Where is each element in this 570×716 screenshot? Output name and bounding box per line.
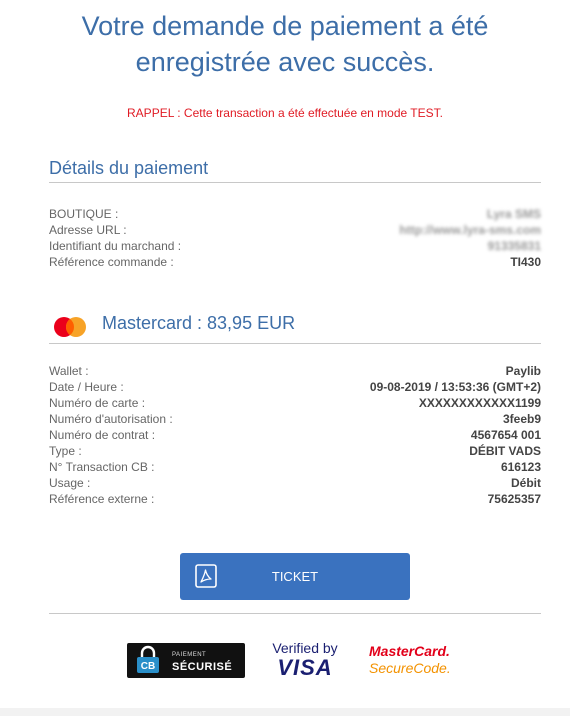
detail-label: Date / Heure : [49,380,124,394]
divider [49,182,541,183]
cb-badge-big-text: SÉCURISÉ [172,661,233,673]
detail-row-datetime: Date / Heure : 09-08-2019 / 13:53:36 (GM… [49,379,541,395]
detail-value: 09-08-2019 / 13:53:36 (GMT+2) [369,380,541,394]
detail-label: Numéro de contrat : [49,428,156,442]
ticket-button-label: TICKET [271,569,319,584]
detail-label: BOUTIQUE : [49,207,119,221]
detail-row-order-ref: Référence commande : TI430 [49,254,541,270]
detail-label: Wallet : [49,364,89,378]
detail-label: Usage : [49,476,91,490]
detail-row-merchant-id: Identifiant du marchand : 91335831 [49,238,541,254]
verified-by-visa-badge: Verified by VISA [262,640,348,682]
detail-label: Référence commande : [49,255,174,269]
detail-value: 91335831 [487,239,541,253]
detail-row-url: Adresse URL : http://www.lyra-sms.com [49,222,541,238]
cb-secure-payment-badge: CB PAIEMENT SÉCURISÉ [127,643,245,678]
detail-row-auth-number: Numéro d'autorisation : 3feeb9 [49,411,541,427]
transaction-details-list: Wallet : Paylib Date / Heure : 09-08-201… [49,363,541,507]
svg-text:CB: CB [141,661,155,672]
securecode-badge-line1: MasterCard. [369,643,450,659]
detail-row-usage: Usage : Débit [49,475,541,491]
detail-value: http://www.lyra-sms.com [399,223,541,237]
detail-value: Lyra SMS [486,207,541,221]
detail-row-cb-transaction: N° Transaction CB : 616123 [49,459,541,475]
page-title-line2: enregistrée avec succès. [135,47,435,77]
card-amount-title: Mastercard : 83,95 EUR [102,313,296,333]
test-mode-reminder: RAPPEL : Cette transaction a été effectu… [127,106,443,120]
payment-details-title: Détails du paiement [49,158,209,178]
detail-value: Paylib [505,364,541,378]
footer-band [0,708,570,716]
detail-label: N° Transaction CB : [49,460,155,474]
ticket-button[interactable]: TICKET [180,553,410,600]
detail-row-card-number: Numéro de carte : XXXXXXXXXXXX1199 [49,395,541,411]
payment-details-list: BOUTIQUE : Lyra SMS Adresse URL : http:/… [49,206,541,270]
mastercard-logo-icon [54,317,86,337]
lock-icon: CB [137,645,159,673]
detail-value: 3feeb9 [502,412,541,426]
detail-label: Type : [49,444,82,458]
visa-badge-line1: Verified by [272,640,338,656]
detail-row-contract-number: Numéro de contrat : 4567654 001 [49,427,541,443]
detail-row-shop: BOUTIQUE : Lyra SMS [49,206,541,222]
detail-value: 75625357 [487,492,541,506]
cb-badge-small-text: PAIEMENT [172,652,207,658]
visa-badge-line2: VISA [277,655,333,680]
detail-label: Référence externe : [49,492,155,506]
detail-label: Identifiant du marchand : [49,239,182,253]
divider [49,613,541,614]
divider [49,343,541,344]
detail-row-type: Type : DÉBIT VADS [49,443,541,459]
detail-value: Débit [511,476,541,490]
securecode-badge-line2: SecureCode. [369,660,451,676]
detail-value: DÉBIT VADS [469,444,541,458]
detail-value: 616123 [500,460,541,474]
detail-value: TI430 [510,255,541,269]
detail-value: XXXXXXXXXXXX1199 [418,396,541,410]
mastercard-securecode-badge: MasterCard. SecureCode. [369,643,459,681]
detail-row-wallet: Wallet : Paylib [49,363,541,379]
detail-label: Numéro d'autorisation : [49,412,173,426]
detail-value: 4567654 001 [470,428,541,442]
detail-label: Numéro de carte : [49,396,146,410]
detail-label: Adresse URL : [49,223,127,237]
page-title: Votre demande de paiement a été enregist… [0,8,570,80]
detail-row-external-ref: Référence externe : 75625357 [49,491,541,507]
page-title-line1: Votre demande de paiement a été [81,11,489,41]
